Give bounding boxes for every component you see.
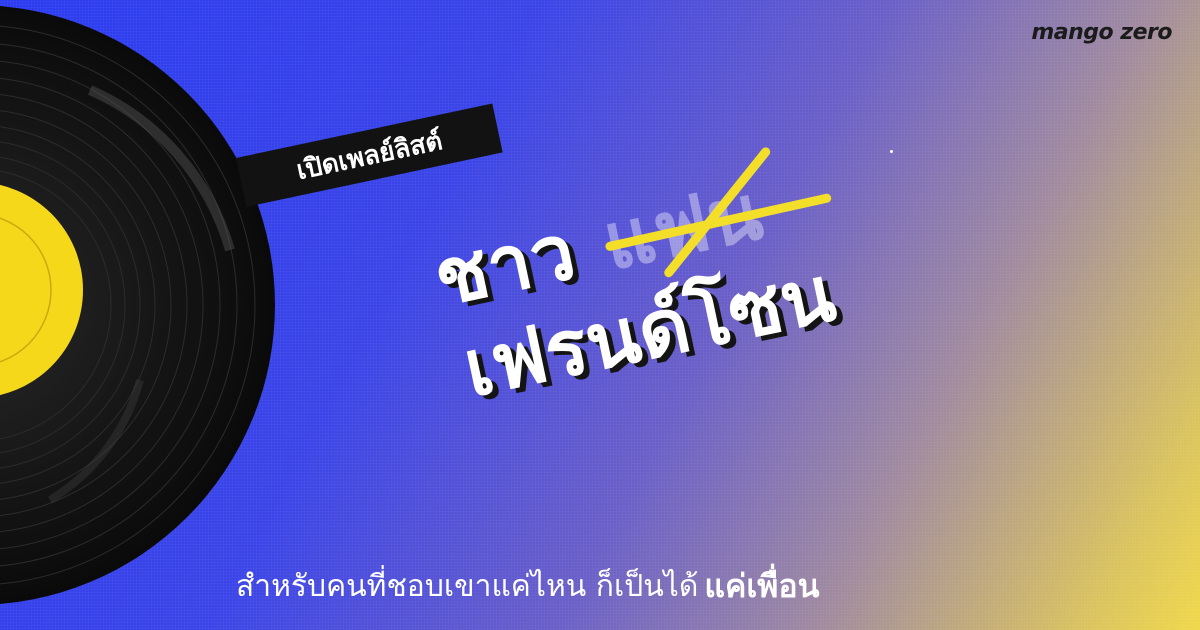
subtitle-text: สำหรับคนที่ชอบเขาแค่ไหน ก็เป็นได้ (236, 568, 699, 604)
subtitle-emphasis: แค่เพื่อน (704, 566, 820, 605)
playlist-tag-label: เปิดเพลย์ลิสต์ (293, 125, 446, 186)
brand-logo: mango zero (1031, 20, 1172, 45)
subtitle: สำหรับคนที่ชอบเขาแค่ไหน ก็เป็นได้ แค่เพื… (236, 560, 996, 612)
vinyl-record-icon (0, 6, 275, 604)
headline-word-1: ชาว (426, 206, 584, 325)
brand-logo-text: mango zero (1031, 20, 1172, 45)
cover-image: mango zero เปิดเพลย์ลิสต์ ชาว แฟน เฟรนด์… (0, 0, 1200, 630)
